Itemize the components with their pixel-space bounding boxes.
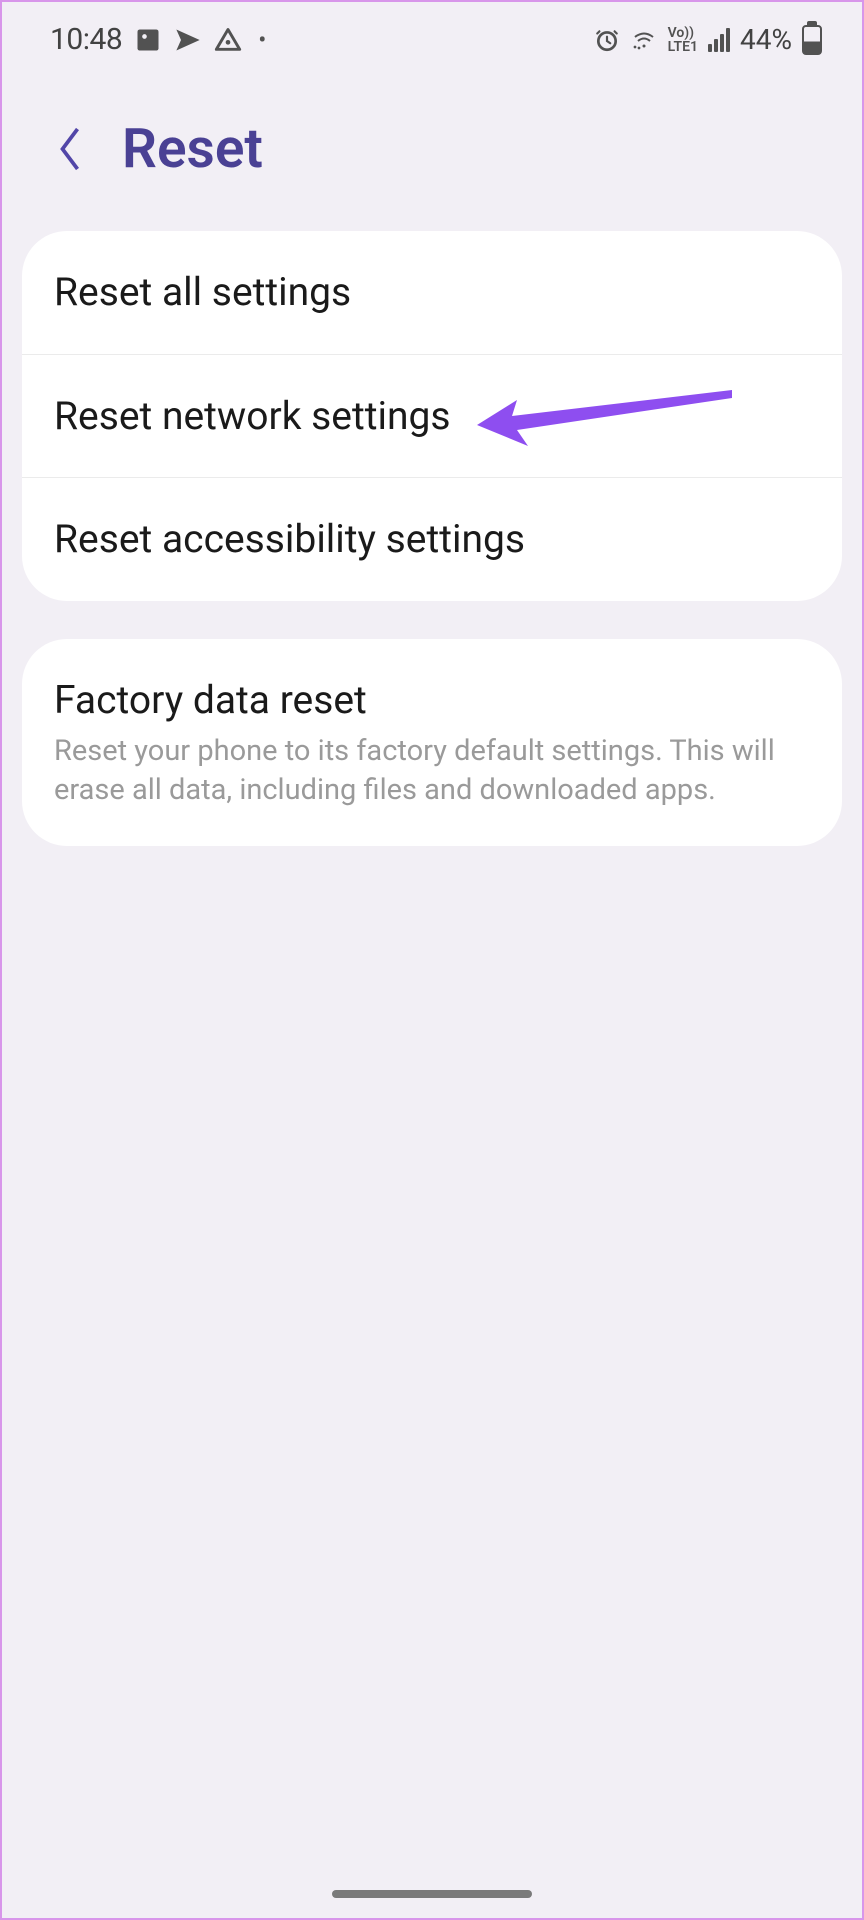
status-bar: 10:48 • Vo)) LTE1: [2, 2, 862, 77]
list-item-label: Reset all settings: [54, 267, 810, 318]
reset-options-card: Reset all settings Reset network setting…: [22, 231, 842, 601]
list-item-subtitle: Reset your phone to its factory default …: [54, 732, 810, 810]
battery-icon: [802, 25, 822, 55]
status-bar-right: Vo)) LTE1 44%: [594, 23, 822, 56]
list-item-label: Factory data reset: [54, 675, 810, 726]
battery-percent: 44%: [740, 23, 792, 56]
page-header: Reset: [2, 77, 862, 231]
factory-data-reset-item[interactable]: Factory data reset Reset your phone to i…: [22, 639, 842, 846]
reset-accessibility-settings-item[interactable]: Reset accessibility settings: [22, 478, 842, 601]
status-dot-icon: •: [258, 26, 266, 54]
triangle-alert-icon: [214, 26, 242, 54]
factory-reset-card: Factory data reset Reset your phone to i…: [22, 639, 842, 846]
send-icon: [174, 26, 202, 54]
wifi-icon: [630, 28, 658, 52]
signal-icon: [708, 28, 730, 52]
reset-network-settings-item[interactable]: Reset network settings: [22, 355, 842, 479]
status-bar-left: 10:48 •: [50, 22, 266, 57]
back-icon[interactable]: [50, 124, 90, 174]
alarm-icon: [594, 27, 620, 53]
gallery-icon: [134, 26, 162, 54]
list-item-label: Reset accessibility settings: [54, 514, 810, 565]
network-label: Vo)) LTE1: [668, 26, 698, 54]
status-time: 10:48: [50, 22, 122, 57]
home-indicator[interactable]: [332, 1890, 532, 1898]
reset-all-settings-item[interactable]: Reset all settings: [22, 231, 842, 355]
page-title: Reset: [122, 117, 263, 181]
list-item-label: Reset network settings: [54, 391, 810, 442]
